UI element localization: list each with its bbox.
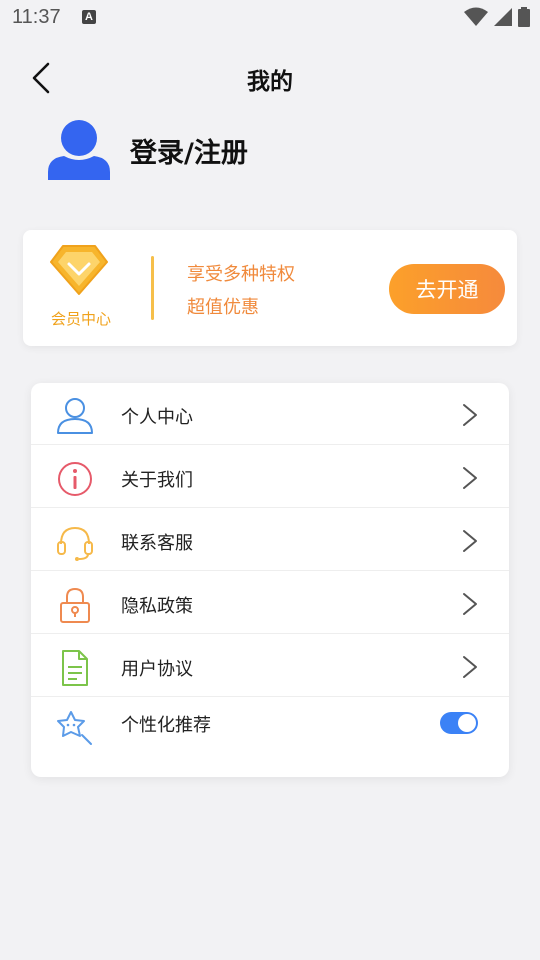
menu-item-personal-center[interactable]: 个人中心 <box>31 383 509 445</box>
vip-card: 会员中心 享受多种特权 超值优惠 去开通 <box>23 230 517 346</box>
notification-icon: A <box>82 10 96 24</box>
back-button[interactable] <box>24 60 60 96</box>
chevron-right-icon <box>463 404 477 426</box>
vip-benefit-line2: 超值优惠 <box>187 297 259 318</box>
divider <box>31 507 509 508</box>
vip-center-label: 会员中心 <box>50 310 111 328</box>
menu-item-personalized-recommendation: 个性化推荐 <box>31 708 509 770</box>
lock-icon <box>60 587 90 623</box>
divider <box>31 696 509 697</box>
vip-benefit-line1: 享受多种特权 <box>187 264 295 285</box>
headset-icon <box>57 526 93 561</box>
document-icon <box>62 650 88 686</box>
menu-item-label: 联系客服 <box>121 533 193 554</box>
menu-item-contact-support[interactable]: 联系客服 <box>31 509 509 571</box>
status-time: 11:37 <box>12 6 61 28</box>
diamond-icon <box>50 245 108 295</box>
user-avatar-icon <box>48 120 110 180</box>
menu-item-label: 个性化推荐 <box>121 715 211 736</box>
activate-vip-button[interactable]: 去开通 <box>389 264 505 314</box>
chevron-left-icon <box>32 62 50 94</box>
menu-item-label: 隐私政策 <box>121 596 193 617</box>
divider <box>31 633 509 634</box>
info-icon <box>58 462 92 496</box>
battery-icon <box>518 6 530 27</box>
toggle-knob <box>458 714 476 732</box>
vip-divider <box>151 256 154 320</box>
nav-bar: 我的 <box>0 50 540 106</box>
menu-item-label: 个人中心 <box>121 407 193 428</box>
user-outline-icon <box>57 398 93 434</box>
menu-item-user-agreement[interactable]: 用户协议 <box>31 635 509 697</box>
chevron-right-icon <box>463 656 477 678</box>
status-bar: 11:37 A <box>0 0 540 36</box>
menu-item-label: 关于我们 <box>121 470 193 491</box>
wifi-icon <box>463 7 488 26</box>
chevron-right-icon <box>463 593 477 615</box>
chevron-right-icon <box>463 467 477 489</box>
menu-list: 个人中心 关于我们 联系客服 隐私政策 用户协议 个性化推荐 <box>31 383 509 777</box>
star-wand-icon <box>57 711 92 745</box>
page-title: 我的 <box>247 69 293 95</box>
login-register-link[interactable]: 登录/注册 <box>130 131 248 170</box>
personalized-recommendation-toggle[interactable] <box>440 712 478 734</box>
menu-item-privacy-policy[interactable]: 隐私政策 <box>31 572 509 634</box>
divider <box>31 444 509 445</box>
chevron-right-icon <box>463 530 477 552</box>
signal-icon <box>493 7 512 26</box>
menu-item-about-us[interactable]: 关于我们 <box>31 446 509 508</box>
profile-header[interactable]: 登录/注册 <box>40 115 500 185</box>
divider <box>31 570 509 571</box>
menu-item-label: 用户协议 <box>121 659 193 680</box>
status-icons <box>463 6 530 30</box>
